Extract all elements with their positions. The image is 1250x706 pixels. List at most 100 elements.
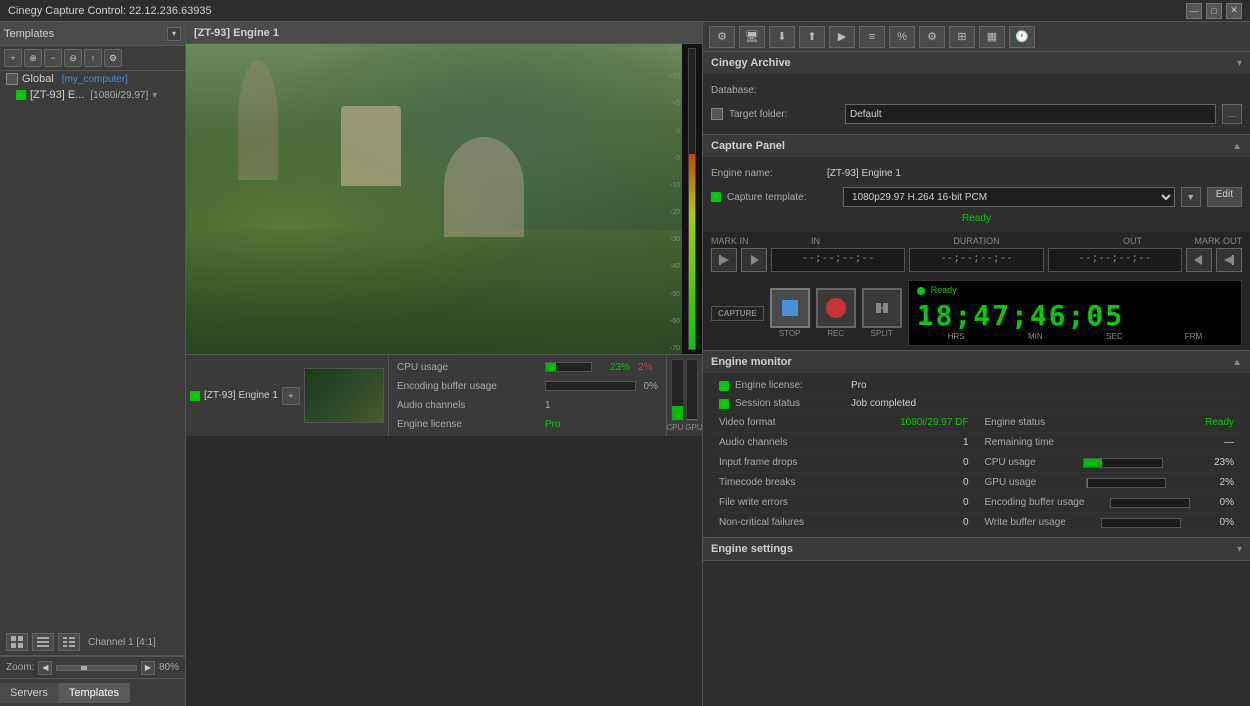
tc-out-field[interactable]: --;--;--;-- (1048, 248, 1182, 272)
enc-stat-row: Encoding buffer usage 0% (397, 378, 658, 394)
out-btn[interactable] (1186, 248, 1212, 272)
tree-row-global[interactable]: Global [my_computer] (0, 71, 185, 87)
engine-settings-collapse: ▾ (1237, 544, 1242, 555)
templates-tab[interactable]: Templates (59, 683, 130, 703)
stop-label: STOP (779, 329, 801, 338)
rt-menu-btn[interactable]: ≡ (859, 26, 885, 48)
status-ready: Ready (711, 211, 1242, 226)
mark-in-btn[interactable] (711, 248, 737, 272)
write-monitor-bar (1101, 518, 1181, 528)
capture-panel-header[interactable]: Capture Panel ▲ (703, 135, 1250, 157)
capture-template-select[interactable]: 1080p29.97 H.264 16-bit PCM (843, 187, 1175, 207)
capture-controls: CAPTURE STOP REC (703, 276, 1250, 350)
header-menu-btn[interactable]: ▾ (167, 27, 181, 41)
rt-clock-btn[interactable]: 🕐 (1009, 26, 1035, 48)
servers-tab[interactable]: Servers (0, 683, 59, 703)
tc-in-field[interactable]: --;--;--;-- (771, 248, 905, 272)
engine-lic-row: Engine license: Pro (711, 377, 1242, 395)
remove-btn[interactable]: ⊖ (64, 49, 82, 67)
zoom-slider[interactable] (56, 665, 137, 671)
split-btn[interactable] (862, 288, 902, 328)
up-btn[interactable]: ↑ (84, 49, 102, 67)
edit-btn[interactable]: Edit (1207, 187, 1242, 207)
engine-name-row: Engine name: [ZT-93] Engine 1 (711, 163, 1242, 183)
monitor-grid: Video format 1080i/29.97 DF Engine statu… (711, 413, 1242, 533)
gpu-vertical-bar (687, 419, 698, 420)
zoom-right-btn[interactable]: ▶ (141, 661, 155, 675)
monitor-frame-drops: Input frame drops 0 (711, 453, 977, 473)
archive-header[interactable]: Cinegy Archive ▾ (703, 52, 1250, 74)
rt-settings-btn[interactable]: ⚙ (709, 26, 735, 48)
rt-grid-btn[interactable]: ⊞ (949, 26, 975, 48)
rt-download-btn[interactable]: ⬇ (769, 26, 795, 48)
engine-settings-section: Engine settings ▾ (703, 538, 1250, 561)
engine-dot (16, 90, 26, 100)
engine-lic-monitor-label: Engine license: (735, 380, 845, 391)
engine-settings-header[interactable]: Engine settings ▾ (703, 538, 1250, 560)
close-button[interactable]: ✕ (1226, 3, 1242, 19)
templates-label: Templates (4, 28, 163, 40)
enc-monitor-bar (1110, 498, 1190, 508)
detail-view-btn[interactable] (58, 633, 80, 651)
grid-view-btn[interactable] (6, 633, 28, 651)
rt-gear-btn[interactable]: ⚙ (919, 26, 945, 48)
right-panel-scroll[interactable]: Cinegy Archive ▾ Database: Target folder… (703, 52, 1250, 706)
add-engine-btn[interactable]: + (282, 387, 300, 405)
audio-val: 1 (545, 400, 551, 411)
target-folder-input[interactable] (845, 104, 1216, 124)
rt-monitor-btn[interactable]: 🖥 (739, 26, 765, 48)
stop-inner (782, 300, 798, 316)
in-btn[interactable] (741, 248, 767, 272)
rec-label: REC (827, 329, 844, 338)
global-checkbox[interactable] (6, 73, 18, 85)
split-label: SPLIT (871, 329, 893, 338)
zoom-pct: 80% (159, 662, 179, 673)
left-tree-body (0, 103, 185, 629)
cpu-monitor-bar (1083, 458, 1163, 468)
tc-dur-field[interactable]: --;--;--;-- (909, 248, 1043, 272)
rt-grid2-btn[interactable]: ▦ (979, 26, 1005, 48)
gpu-vertical-bar-container (686, 359, 699, 421)
minus-btn[interactable]: − (44, 49, 62, 67)
rt-pct-btn[interactable]: % (889, 26, 915, 48)
rt-upload-btn[interactable]: ⬆ (799, 26, 825, 48)
gpu-monitor-bar (1086, 478, 1166, 488)
capture-section-label: CAPTURE (718, 309, 757, 318)
settings-btn[interactable]: ⚙ (104, 49, 122, 67)
target-folder-checkbox[interactable] (711, 108, 723, 120)
monitor-write-buf: Write buffer usage 0% (977, 513, 1243, 533)
mark-out-btn[interactable] (1216, 248, 1242, 272)
main-container: Templates ▾ + ⊕ − ⊖ ↑ ⚙ Global [my_compu… (0, 22, 1250, 706)
add-btn[interactable]: + (4, 49, 22, 67)
video-preview (186, 44, 702, 354)
engine-monitor-collapse: ▲ (1232, 357, 1242, 368)
rt-play-btn[interactable]: ▶ (829, 26, 855, 48)
maximize-button[interactable]: □ (1206, 3, 1222, 19)
cpu-label: CPU usage (397, 362, 537, 373)
filter-btn[interactable]: ▼ (1181, 187, 1201, 207)
monitor-non-critical: Non-critical failures 0 (711, 513, 977, 533)
target-folder-row: Target folder: … (711, 104, 1242, 124)
window-title: Cinegy Capture Control: 22.12.236.63935 (8, 5, 212, 17)
rec-btn[interactable] (816, 288, 856, 328)
capture-panel-title: Capture Panel (711, 140, 785, 152)
engine-name-value: [ZT-93] Engine 1 (827, 168, 901, 179)
engine-lic-dot (719, 381, 729, 391)
vertical-bars (671, 359, 698, 421)
engine-info: [ZT-93] Engine 1 + (186, 355, 389, 436)
zoom-left-btn[interactable]: ◀ (38, 661, 52, 675)
cpu-pct2: 2% (638, 362, 658, 373)
chevron-icon[interactable]: ▾ (152, 90, 157, 101)
hrs-label: HRS (917, 332, 996, 341)
target-folder-browse-btn[interactable]: … (1222, 104, 1242, 124)
tc-ready-dot (917, 287, 925, 295)
engine-tree-row[interactable]: [ZT-93] E... [1080i/29,97] ▾ (0, 87, 185, 103)
database-row: Database: (711, 80, 1242, 100)
stop-btn[interactable] (770, 288, 810, 328)
cpu-stat-row: CPU usage 23% 2% (397, 359, 658, 375)
add-circle-btn[interactable]: ⊕ (24, 49, 42, 67)
timecode-row: --;--;--;-- --;--;--;-- --;--;--;-- (711, 248, 1242, 272)
minimize-button[interactable]: — (1186, 3, 1202, 19)
list-view-btn[interactable] (32, 633, 54, 651)
engine-monitor-header[interactable]: Engine monitor ▲ (703, 351, 1250, 373)
